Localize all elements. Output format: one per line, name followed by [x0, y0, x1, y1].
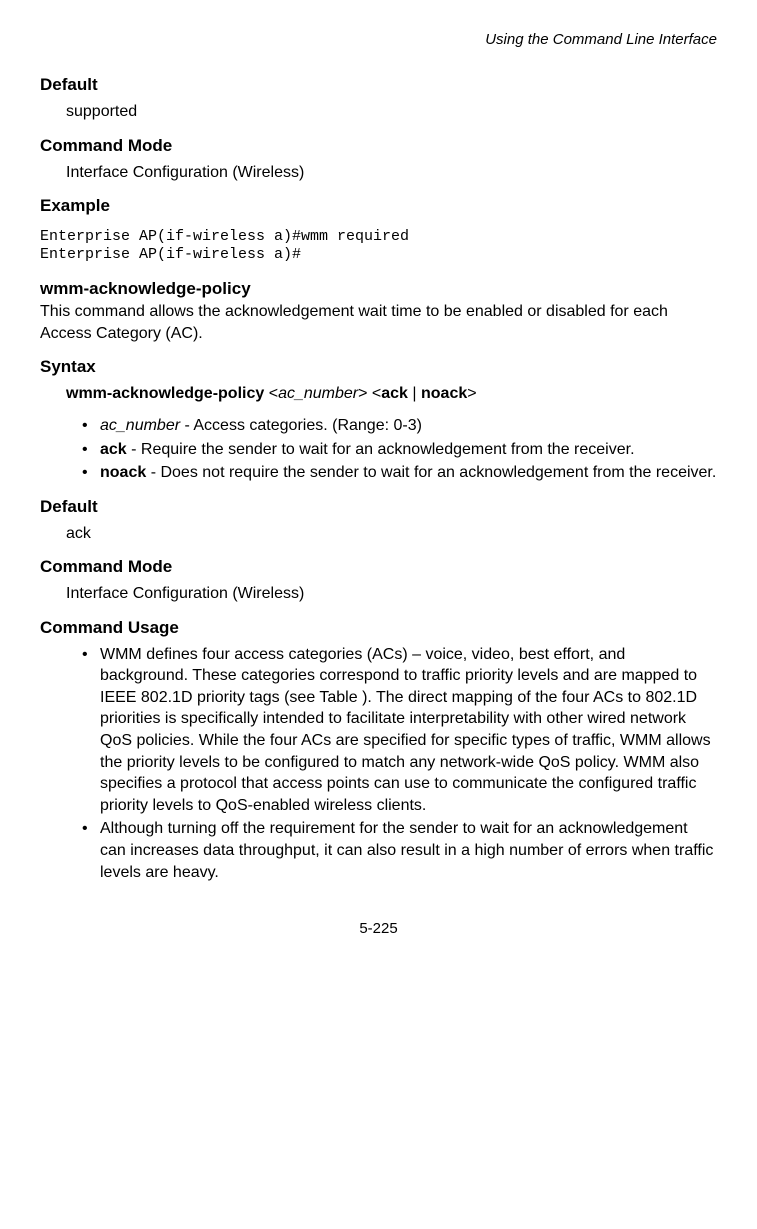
page-number: 5-225: [40, 919, 717, 939]
usage-item: WMM defines four access categories (ACs)…: [86, 644, 717, 817]
param-item: noack - Does not require the sender to w…: [86, 462, 717, 484]
syntax-arg2: ack: [381, 385, 408, 402]
command-mode-heading-1: Command Mode: [40, 135, 717, 158]
syntax-sep: <: [269, 385, 278, 402]
command-description: This command allows the acknowledgement …: [40, 301, 717, 344]
param-item: ac_number - Access categories. (Range: 0…: [86, 415, 717, 437]
param-list: ac_number - Access categories. (Range: 0…: [86, 415, 717, 484]
syntax-sep2: > <: [358, 385, 381, 402]
param-rest: - Access categories. (Range: 0-3): [180, 417, 422, 434]
default-value-1: supported: [66, 101, 717, 123]
command-mode-value-2: Interface Configuration (Wireless): [66, 583, 717, 605]
syntax-pipe: |: [408, 385, 421, 402]
syntax-arg1: ac_number: [278, 385, 358, 402]
command-usage-heading: Command Usage: [40, 617, 717, 640]
running-header: Using the Command Line Interface: [40, 30, 717, 50]
syntax-close: >: [467, 385, 476, 402]
param-rest: - Require the sender to wait for an ackn…: [127, 441, 635, 458]
syntax-heading: Syntax: [40, 356, 717, 379]
param-term: ac_number: [100, 417, 180, 434]
example-heading: Example: [40, 195, 717, 218]
param-rest: - Does not require the sender to wait fo…: [146, 464, 716, 481]
syntax-arg3: noack: [421, 385, 467, 402]
default-heading-2: Default: [40, 496, 717, 519]
command-mode-heading-2: Command Mode: [40, 556, 717, 579]
example-code: Enterprise AP(if-wireless a)#wmm require…: [40, 228, 717, 264]
command-title: wmm-acknowledge-policy: [40, 278, 717, 301]
param-term: ack: [100, 441, 127, 458]
syntax-line: wmm-acknowledge-policy <ac_number> <ack …: [66, 383, 717, 405]
command-mode-value-1: Interface Configuration (Wireless): [66, 162, 717, 184]
usage-list: WMM defines four access categories (ACs)…: [86, 644, 717, 884]
param-term: noack: [100, 464, 146, 481]
usage-item: Although turning off the requirement for…: [86, 818, 717, 883]
syntax-cmd: wmm-acknowledge-policy: [66, 385, 264, 402]
default-heading-1: Default: [40, 74, 717, 97]
default-value-2: ack: [66, 523, 717, 545]
param-item: ack - Require the sender to wait for an …: [86, 439, 717, 461]
